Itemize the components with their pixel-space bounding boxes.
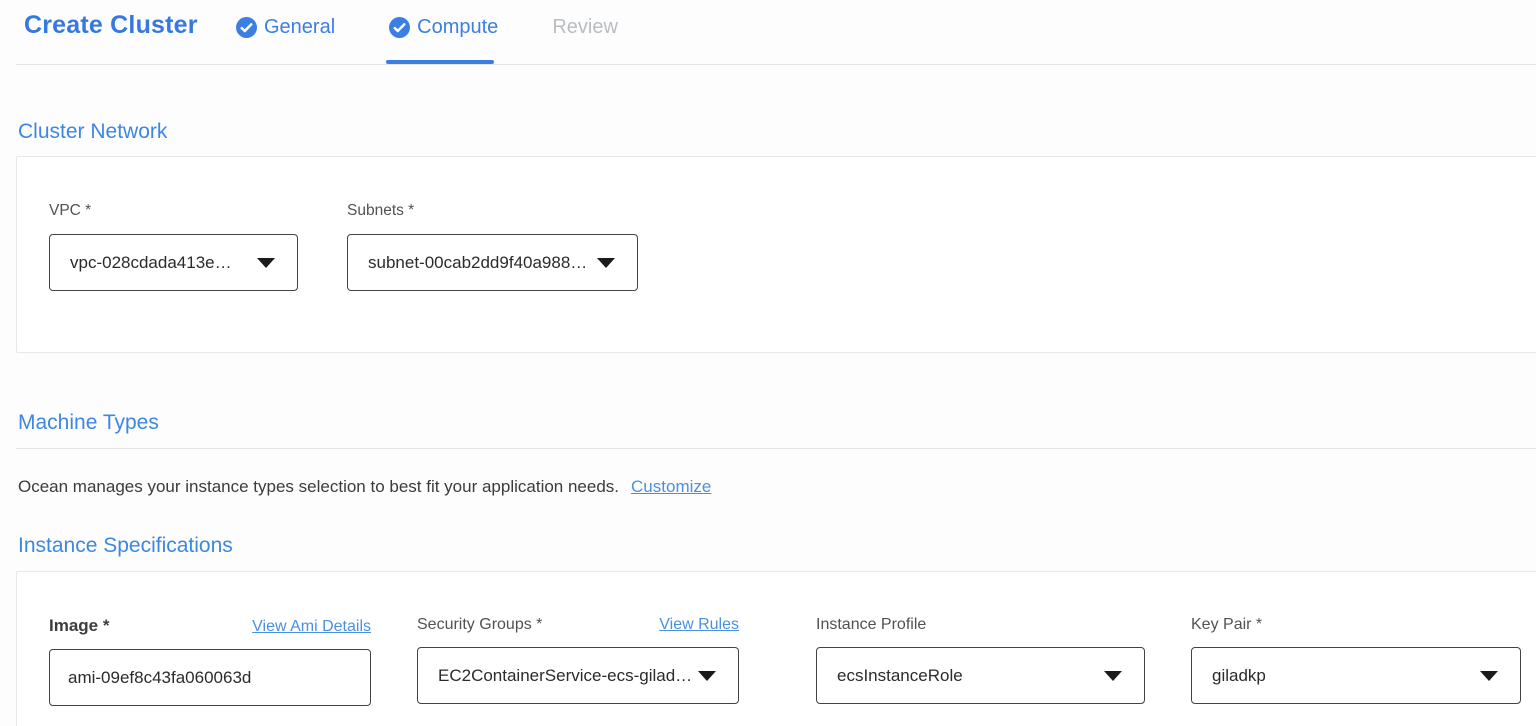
key-pair-label: Key Pair * [1191, 616, 1262, 634]
machine-types-description-text: Ocean manages your instance types select… [18, 477, 619, 496]
tab-review[interactable]: Review [552, 16, 618, 39]
subnets-selected-value: subnet-00cab2dd9f40a988… [368, 253, 587, 273]
subnets-label: Subnets * [347, 202, 638, 220]
caret-down-icon [257, 258, 275, 268]
machine-types-description: Ocean manages your instance types select… [18, 477, 711, 497]
section-title-instance-specifications: Instance Specifications [18, 534, 233, 558]
security-groups-label: Security Groups * [417, 616, 542, 634]
tab-review-label: Review [552, 16, 618, 39]
vpc-select[interactable]: vpc-028cdada413e… [49, 234, 298, 291]
check-circle-icon [236, 17, 257, 38]
vpc-field: VPC * vpc-028cdada413e… [49, 202, 298, 291]
security-groups-select[interactable]: EC2ContainerService-ecs-gilad… [417, 647, 739, 704]
section-title-cluster-network: Cluster Network [18, 120, 167, 144]
page-title: Create Cluster [24, 11, 198, 40]
tab-compute[interactable]: Compute [389, 16, 498, 39]
instance-profile-field: Instance Profile ecsInstanceRole [816, 616, 1145, 704]
key-pair-select[interactable]: giladkp [1191, 647, 1521, 704]
tab-general[interactable]: General [236, 16, 335, 39]
key-pair-field: Key Pair * giladkp [1191, 616, 1521, 704]
vpc-selected-value: vpc-028cdada413e… [70, 253, 232, 273]
caret-down-icon [1480, 671, 1498, 681]
tabs-divider [16, 64, 1536, 65]
tab-compute-label: Compute [417, 16, 498, 39]
section-title-machine-types: Machine Types [18, 411, 159, 435]
caret-down-icon [1104, 671, 1122, 681]
image-input[interactable] [49, 649, 371, 706]
subnets-select[interactable]: subnet-00cab2dd9f40a988… [347, 234, 638, 291]
tab-general-label: General [264, 16, 335, 39]
security-groups-selected-value: EC2ContainerService-ecs-gilad… [438, 666, 692, 686]
machine-types-divider [16, 448, 1536, 449]
instance-profile-select[interactable]: ecsInstanceRole [816, 647, 1145, 704]
view-rules-link[interactable]: View Rules [659, 616, 739, 634]
image-field: Image * View Ami Details [49, 616, 371, 706]
caret-down-icon [597, 258, 615, 268]
instance-profile-label: Instance Profile [816, 616, 926, 634]
check-circle-icon [389, 17, 410, 38]
subnets-field: Subnets * subnet-00cab2dd9f40a988… [347, 202, 638, 291]
view-ami-details-link[interactable]: View Ami Details [252, 618, 371, 636]
instance-profile-selected-value: ecsInstanceRole [837, 666, 963, 686]
image-label: Image * [49, 616, 109, 636]
caret-down-icon [698, 671, 716, 681]
security-groups-field: Security Groups * View Rules EC2Containe… [417, 616, 739, 704]
customize-link[interactable]: Customize [631, 477, 711, 496]
vpc-label: VPC * [49, 202, 298, 220]
instance-specifications-card: Image * View Ami Details Security Groups… [16, 571, 1536, 726]
cluster-network-card: VPC * vpc-028cdada413e… Subnets * subnet… [16, 156, 1536, 353]
create-cluster-wizard: Create Cluster General Compute Review Cl… [0, 0, 1536, 726]
key-pair-selected-value: giladkp [1212, 666, 1266, 686]
wizard-tabs: General Compute Review [236, 16, 618, 39]
